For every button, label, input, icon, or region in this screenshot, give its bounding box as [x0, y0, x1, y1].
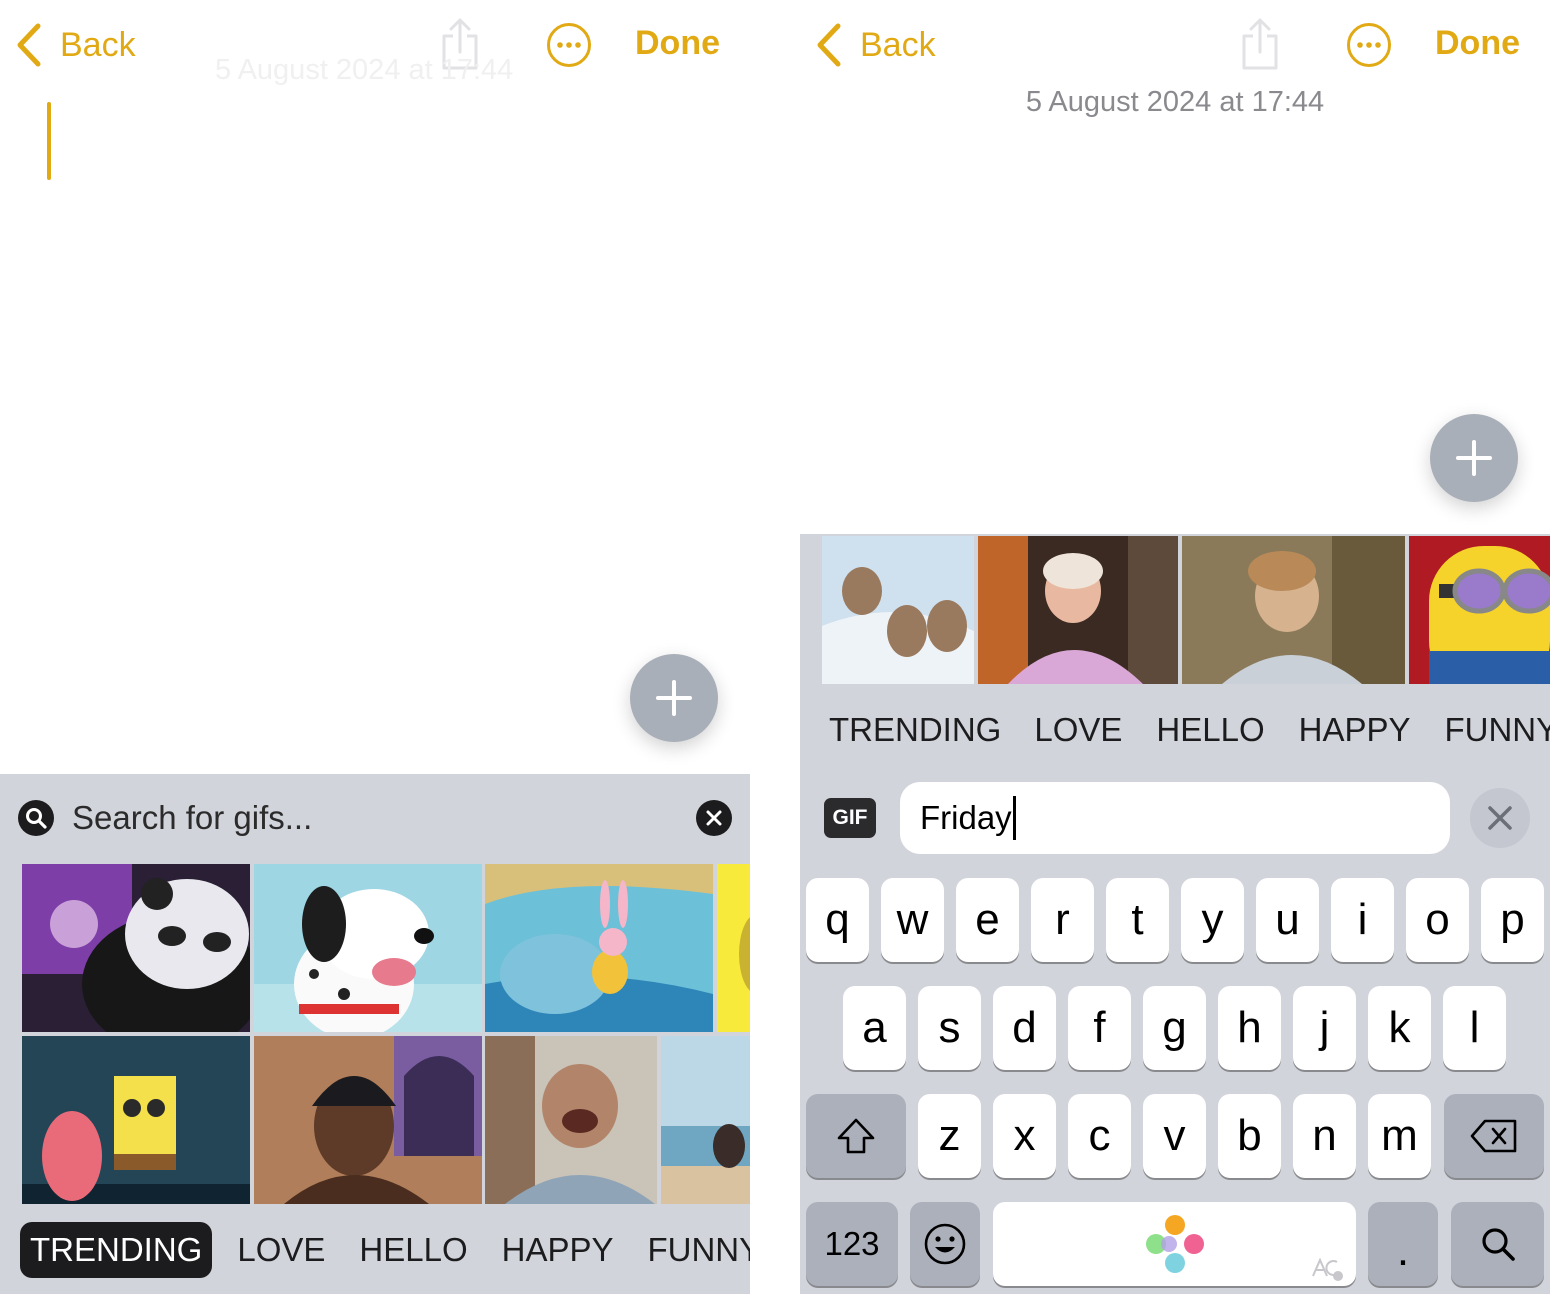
close-icon [1488, 806, 1512, 830]
emoji-icon [924, 1223, 966, 1265]
key-f[interactable]: f [1068, 986, 1131, 1070]
emoji-key[interactable] [910, 1202, 980, 1286]
key-m[interactable]: m [1368, 1094, 1431, 1178]
key-n[interactable]: n [1293, 1094, 1356, 1178]
key-g[interactable]: g [1143, 986, 1206, 1070]
gif-keyboard: Search for gifs... TRENDING LOVE HELLO H… [0, 774, 750, 1294]
category-happy[interactable]: HAPPY [492, 1222, 624, 1278]
key-r[interactable]: r [1031, 878, 1094, 962]
category-hello[interactable]: HELLO [1146, 702, 1274, 758]
add-button[interactable] [630, 654, 718, 742]
gif-thumbnail-dalmatian[interactable] [254, 864, 482, 1032]
navigation-bar: Back Done [800, 0, 1550, 90]
key-a[interactable]: a [843, 986, 906, 1070]
category-funny[interactable]: FUNNY [1434, 702, 1550, 758]
gif-thumbnail-laughing-man[interactable] [485, 1036, 657, 1204]
gif-badge: GIF [824, 798, 876, 838]
chevron-left-icon [17, 23, 41, 67]
more-options-icon[interactable] [546, 22, 592, 68]
key-u[interactable]: u [1256, 878, 1319, 962]
gif-thumbnail-bunnies[interactable] [822, 536, 974, 684]
space-key[interactable] [993, 1202, 1356, 1286]
key-l[interactable]: l [1443, 986, 1506, 1070]
gif-thumbnail-man-cap[interactable] [254, 1036, 482, 1204]
text-cursor [47, 102, 51, 180]
done-button[interactable]: Done [635, 24, 720, 63]
key-v[interactable]: v [1143, 1094, 1206, 1178]
key-e[interactable]: e [956, 878, 1019, 962]
key-b[interactable]: b [1218, 1094, 1281, 1178]
key-j[interactable]: j [1293, 986, 1356, 1070]
note-date: 5 August 2024 at 17:44 [1025, 86, 1325, 118]
key-o[interactable]: o [1406, 878, 1469, 962]
category-happy[interactable]: HAPPY [1289, 702, 1421, 758]
app-logo-icon [1145, 1215, 1204, 1273]
gif-category-bar: TRENDING LOVE HELLO HAPPY FUNNY [20, 1222, 750, 1278]
category-love[interactable]: LOVE [1024, 702, 1132, 758]
back-label: Back [860, 25, 936, 64]
key-y[interactable]: y [1181, 878, 1244, 962]
key-p[interactable]: p [1481, 878, 1544, 962]
key-t[interactable]: t [1106, 878, 1169, 962]
search-icon [1481, 1228, 1515, 1261]
gif-thumbnail-minion[interactable] [1409, 536, 1550, 684]
search-icon [18, 800, 54, 836]
key-q[interactable]: q [806, 878, 869, 962]
delete-key[interactable] [1444, 1094, 1544, 1178]
gif-thumbnail-yellow[interactable] [717, 864, 750, 1032]
back-button[interactable]: Back [14, 22, 136, 68]
gif-thumbnail-woman[interactable] [978, 536, 1178, 684]
note-screen-left: Back Done 5 August 2024 at 17:44 Search … [0, 0, 750, 1294]
delete-backward-icon [1470, 1119, 1517, 1153]
note-screen-right: Back Done 5 August 2024 at 17:44 TRENDIN… [800, 0, 1550, 1294]
search-key[interactable] [1451, 1202, 1544, 1286]
key-w[interactable]: w [881, 878, 944, 962]
done-button[interactable]: Done [1435, 24, 1520, 63]
chevron-left-icon [817, 23, 841, 67]
gif-search-value: Friday [920, 799, 1012, 836]
gif-thumbnail-child[interactable] [1182, 536, 1405, 684]
key-k[interactable]: k [1368, 986, 1431, 1070]
gif-search-input[interactable]: Search for gifs... [72, 799, 312, 837]
shift-key[interactable] [806, 1094, 906, 1178]
plus-icon [656, 680, 692, 716]
gif-keyboard: TRENDING LOVE HELLO HAPPY FUNNY GIF Frid… [800, 534, 1550, 1294]
shift-icon [837, 1118, 875, 1154]
category-hello[interactable]: HELLO [349, 1222, 477, 1278]
close-icon[interactable] [696, 800, 732, 836]
gif-thumbnail-panda[interactable] [22, 864, 250, 1032]
gif-thumbnail-bunny[interactable] [485, 864, 713, 1032]
plus-icon [1456, 440, 1492, 476]
key-x[interactable]: x [993, 1094, 1056, 1178]
gif-thumbnail-spongebob[interactable] [22, 1036, 250, 1204]
key-z[interactable]: z [918, 1094, 981, 1178]
numbers-key[interactable]: 123 [806, 1202, 898, 1286]
category-love[interactable]: LOVE [227, 1222, 335, 1278]
back-button[interactable]: Back [814, 22, 936, 68]
share-icon[interactable] [1238, 16, 1282, 72]
gif-thumbnail-beach[interactable] [661, 1036, 750, 1204]
key-i[interactable]: i [1331, 878, 1394, 962]
add-button[interactable] [1430, 414, 1518, 502]
category-trending[interactable]: TRENDING [819, 702, 1011, 758]
key-c[interactable]: c [1068, 1094, 1131, 1178]
more-options-icon[interactable] [1346, 22, 1392, 68]
category-trending[interactable]: TRENDING [20, 1222, 213, 1278]
key-d[interactable]: d [993, 986, 1056, 1070]
gif-category-bar: TRENDING LOVE HELLO HAPPY FUNNY [819, 702, 1550, 758]
period-key[interactable]: . [1368, 1202, 1438, 1286]
clear-search-button[interactable] [1470, 788, 1530, 848]
category-funny[interactable]: FUNNY [637, 1222, 750, 1278]
back-label: Back [60, 25, 136, 64]
text-cursor [1012, 796, 1016, 840]
note-date-fading: 5 August 2024 at 17:44 [215, 54, 514, 86]
gif-search-bar[interactable]: Search for gifs... [0, 774, 750, 862]
key-s[interactable]: s [918, 986, 981, 1070]
key-h[interactable]: h [1218, 986, 1281, 1070]
autocorrect-icon [1312, 1257, 1343, 1281]
gif-search-input[interactable]: Friday [900, 782, 1450, 854]
